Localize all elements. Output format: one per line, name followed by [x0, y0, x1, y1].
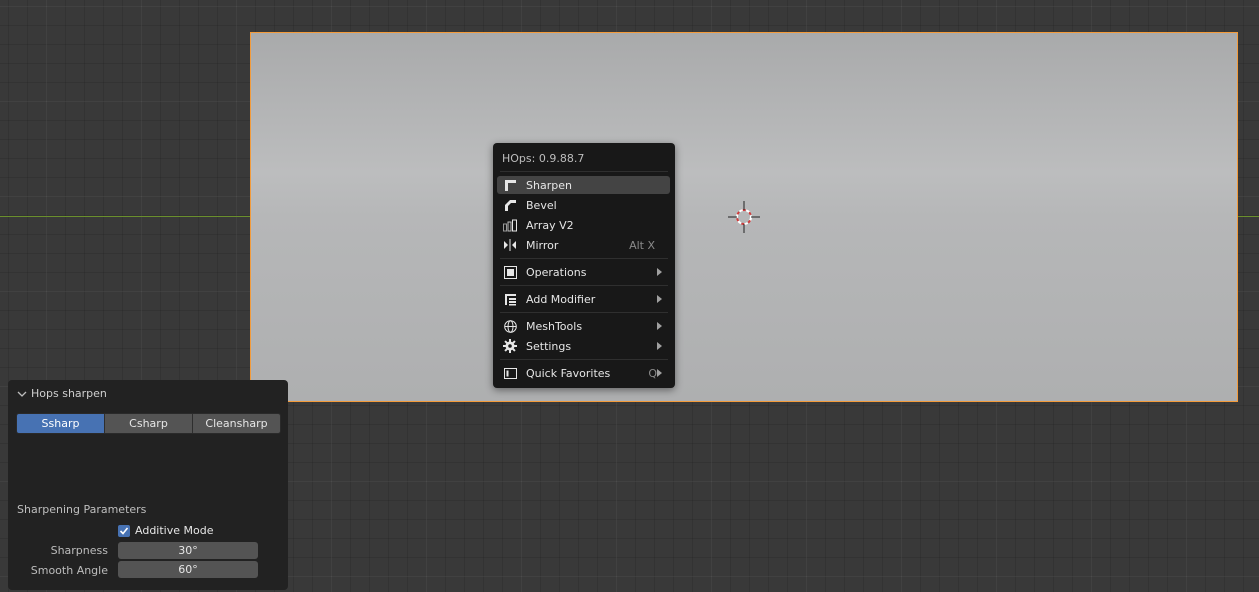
- menu-item-add-modifier[interactable]: Add Modifier: [497, 290, 670, 308]
- menu-title: HOps: 0.9.88.7: [502, 152, 585, 165]
- menu-divider: [500, 285, 668, 286]
- menu-item-settings[interactable]: Settings: [497, 337, 670, 355]
- array-icon: [502, 217, 518, 233]
- menu-divider: [500, 312, 668, 313]
- panel-header[interactable]: Hops sharpen: [17, 387, 107, 400]
- menu-divider: [500, 171, 668, 172]
- mirror-icon: [502, 237, 518, 253]
- submenu-arrow-icon: [657, 295, 662, 303]
- sharpness-field[interactable]: 30°: [118, 542, 258, 559]
- menu-item-label: Add Modifier: [526, 292, 596, 306]
- menu-item-sharpen[interactable]: Sharpen: [497, 176, 670, 194]
- menu-item-bevel[interactable]: Bevel: [497, 196, 670, 214]
- bevel-icon: [502, 197, 518, 213]
- menu-item-label: Array V2: [526, 218, 574, 232]
- mode-selector: Ssharp Csharp Cleansharp: [16, 413, 281, 434]
- operator-panel: Hops sharpen Ssharp Csharp Cleansharp Sh…: [8, 380, 288, 590]
- menu-item-label: MeshTools: [526, 319, 583, 333]
- menu-item-quick-favorites[interactable]: Quick Favorites Q: [497, 364, 670, 382]
- menu-item-label: Operations: [526, 265, 587, 279]
- mode-ssharp-button[interactable]: Ssharp: [17, 414, 105, 433]
- chevron-down-icon: [17, 391, 27, 397]
- shortcut-hint: Q: [648, 366, 657, 380]
- menu-item-meshtools[interactable]: MeshTools: [497, 317, 670, 335]
- gear-icon: [502, 338, 518, 354]
- modifier-icon: [502, 291, 518, 307]
- submenu-arrow-icon: [657, 268, 662, 276]
- sharpen-icon: [502, 177, 518, 193]
- menu-item-label: Sharpen: [526, 178, 572, 192]
- shortcut-hint: Alt X: [629, 238, 655, 252]
- checkbox-label: Additive Mode: [135, 524, 214, 537]
- smooth-angle-label: Smooth Angle: [30, 564, 108, 577]
- menu-item-label: Mirror: [526, 238, 559, 252]
- submenu-arrow-icon: [657, 369, 662, 377]
- menu-item-label: Settings: [526, 339, 572, 353]
- menu-item-label: Quick Favorites: [526, 366, 611, 380]
- sharpness-label: Sharpness: [50, 544, 108, 557]
- smooth-angle-field[interactable]: 60°: [118, 561, 258, 578]
- section-label: Sharpening Parameters: [17, 503, 147, 516]
- menu-divider: [500, 359, 668, 360]
- mode-cleansharp-button[interactable]: Cleansharp: [193, 414, 280, 433]
- favorites-icon: [502, 365, 518, 381]
- 3d-cursor-icon[interactable]: [728, 201, 760, 233]
- hops-menu: HOps: 0.9.88.7 Sharpen Bevel Array V2 Mi…: [493, 143, 675, 388]
- operations-icon: [502, 264, 518, 280]
- checkmark-icon: [118, 524, 130, 537]
- submenu-arrow-icon: [657, 322, 662, 330]
- panel-title: Hops sharpen: [31, 387, 107, 400]
- menu-item-array-v2[interactable]: Array V2: [497, 216, 670, 234]
- menu-divider: [500, 258, 668, 259]
- menu-item-mirror[interactable]: Mirror Alt X: [497, 236, 670, 254]
- menu-item-operations[interactable]: Operations: [497, 263, 670, 281]
- globe-icon: [502, 318, 518, 334]
- mode-csharp-button[interactable]: Csharp: [105, 414, 193, 433]
- menu-item-label: Bevel: [526, 198, 557, 212]
- submenu-arrow-icon: [657, 342, 662, 350]
- additive-mode-checkbox[interactable]: Additive Mode: [118, 524, 213, 537]
